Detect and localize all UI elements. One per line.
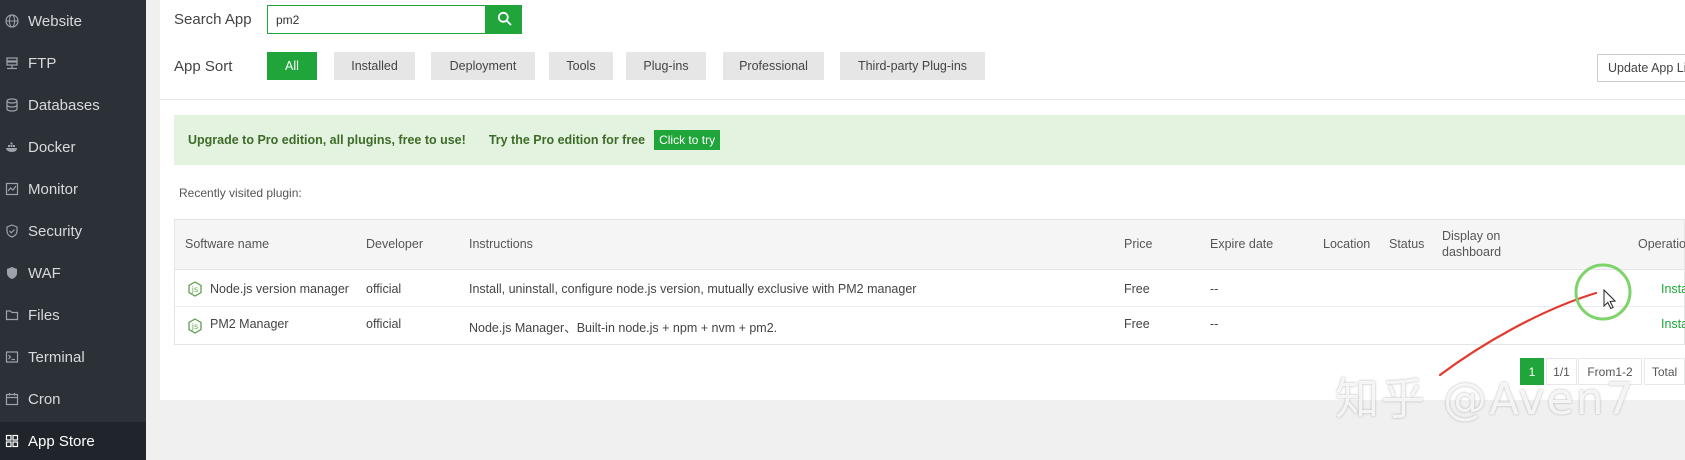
- sort-third-party-button[interactable]: Third-party Plug-ins: [840, 52, 985, 80]
- search-button[interactable]: [486, 5, 522, 34]
- install-button[interactable]: Insta: [1661, 282, 1685, 296]
- sidebar-item-waf[interactable]: WAF: [0, 252, 146, 294]
- sidebar: Website FTP Databases Docker Monitor Sec…: [0, 0, 146, 460]
- calendar-icon: [5, 392, 19, 406]
- waf-shield-icon: [5, 266, 19, 280]
- sidebar-item-security[interactable]: Security: [0, 210, 146, 252]
- promo-try-text: Try the Pro edition for free: [488, 133, 646, 147]
- sidebar-item-label: Files: [28, 306, 60, 324]
- sidebar-item-label: Terminal: [28, 348, 85, 366]
- svg-text:js: js: [191, 285, 198, 294]
- sidebar-item-app-store[interactable]: App Store: [0, 422, 146, 460]
- pagination-total: Total: [1644, 358, 1685, 385]
- col-operation: Operatio: [1638, 237, 1685, 251]
- sidebar-item-ftp[interactable]: FTP: [0, 42, 146, 84]
- search-input[interactable]: [267, 5, 486, 34]
- sidebar-item-label: WAF: [28, 264, 61, 282]
- monitor-icon: [5, 182, 19, 196]
- sidebar-item-label: App Store: [28, 432, 95, 450]
- sidebar-item-files[interactable]: Files: [0, 294, 146, 336]
- promo-banner: Upgrade to Pro edition, all plugins, fre…: [174, 115, 1685, 165]
- search-label: Search App: [174, 11, 252, 28]
- col-status: Status: [1389, 237, 1425, 251]
- cell-price: Free: [1124, 282, 1150, 296]
- cell-instructions: Install, uninstall, configure node.js ve…: [469, 282, 917, 296]
- col-software-name: Software name: [185, 237, 270, 251]
- sidebar-item-cron[interactable]: Cron: [0, 378, 146, 420]
- nodejs-icon: js: [187, 318, 203, 334]
- search-icon: [497, 11, 512, 29]
- svg-text:js: js: [191, 322, 198, 331]
- sidebar-item-label: Docker: [28, 138, 76, 156]
- install-button[interactable]: Insta: [1661, 317, 1685, 331]
- cell-developer: official: [366, 317, 402, 331]
- cell-expire-date: --: [1210, 282, 1219, 296]
- sidebar-item-label: Security: [28, 222, 83, 240]
- divider: [160, 99, 1685, 100]
- terminal-icon: [5, 350, 19, 364]
- sort-tools-button[interactable]: Tools: [549, 52, 613, 80]
- cell-software-name: Node.js version manager: [210, 282, 349, 296]
- table-header: Software name Developer Instructions Pri…: [175, 220, 1685, 270]
- sort-all-button[interactable]: All: [267, 52, 317, 80]
- cell-software-name: PM2 Manager: [210, 317, 289, 331]
- col-price: Price: [1124, 237, 1153, 251]
- table-row: js PM2 Manager official Node.js Manager、…: [175, 307, 1685, 344]
- col-instructions: Instructions: [469, 237, 533, 251]
- sort-plugins-button[interactable]: Plug-ins: [626, 52, 706, 80]
- folder-icon: [5, 308, 19, 322]
- sidebar-item-label: Monitor: [28, 180, 79, 198]
- app-table: Software name Developer Instructions Pri…: [174, 219, 1685, 345]
- watermark: 知乎 @Aven7: [1335, 374, 1636, 425]
- cell-price: Free: [1124, 317, 1150, 331]
- sort-installed-button[interactable]: Installed: [334, 52, 415, 80]
- shield-icon: [5, 224, 19, 238]
- app-store-panel: Search App App Sort All Installed Deploy…: [160, 0, 1685, 400]
- sidebar-item-terminal[interactable]: Terminal: [0, 336, 146, 378]
- cell-developer: official: [366, 282, 402, 296]
- sidebar-item-databases[interactable]: Databases: [0, 84, 146, 126]
- col-developer: Developer: [366, 237, 423, 251]
- sidebar-item-label: FTP: [28, 54, 57, 72]
- database-icon: [5, 98, 19, 112]
- sidebar-item-label: Cron: [28, 390, 61, 408]
- grid-icon: [5, 434, 19, 448]
- sidebar-item-label: Website: [28, 12, 82, 30]
- sidebar-item-monitor[interactable]: Monitor: [0, 168, 146, 210]
- nodejs-icon: js: [187, 281, 203, 297]
- sidebar-item-website[interactable]: Website: [0, 0, 146, 42]
- col-expire-date: Expire date: [1210, 237, 1274, 251]
- docker-icon: [5, 140, 19, 154]
- promo-headline: Upgrade to Pro edition, all plugins, fre…: [188, 133, 466, 147]
- click-to-try-button[interactable]: Click to try: [654, 130, 721, 150]
- ftp-icon: [5, 56, 19, 70]
- sort-professional-button[interactable]: Professional: [723, 52, 824, 80]
- col-display-on-dashboard: Display on dashboard: [1442, 229, 1502, 259]
- table-row: js Node.js version manager official Inst…: [175, 270, 1685, 307]
- recent-plugins-label: Recently visited plugin:: [179, 186, 302, 200]
- cell-expire-date: --: [1210, 317, 1219, 331]
- globe-icon: [5, 14, 19, 28]
- sort-label: App Sort: [174, 58, 233, 75]
- sort-deployment-button[interactable]: Deployment: [431, 52, 535, 80]
- update-app-list-button[interactable]: Update App Li: [1597, 54, 1685, 82]
- sidebar-item-label: Databases: [28, 96, 100, 114]
- cell-instructions: Node.js Manager、Built-in node.js + npm +…: [469, 321, 778, 335]
- col-location: Location: [1323, 237, 1371, 251]
- sidebar-item-docker[interactable]: Docker: [0, 126, 146, 168]
